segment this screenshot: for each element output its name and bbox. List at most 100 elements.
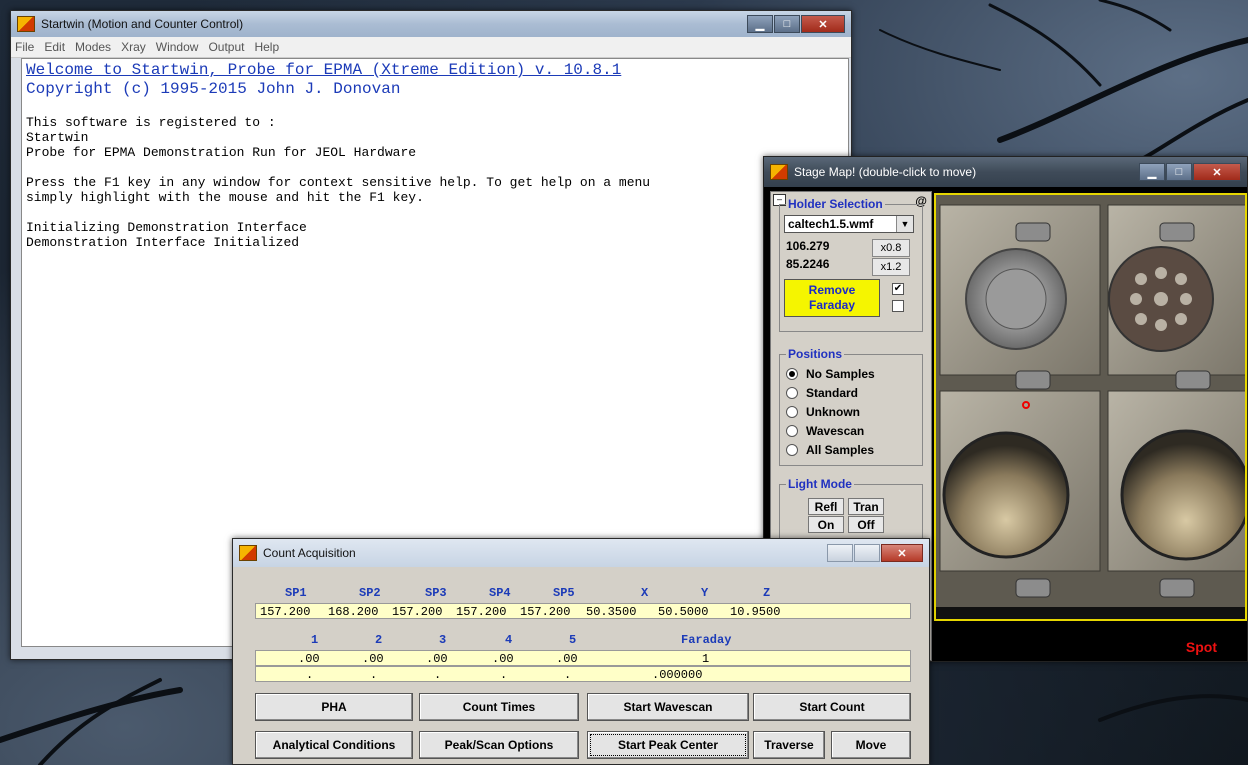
value-sp3: 157.200	[392, 605, 443, 619]
log-line: Initializing Demonstration Interface	[26, 220, 307, 235]
stage-map-app-icon	[770, 164, 788, 180]
header-faraday: Faraday	[681, 633, 732, 647]
radio-no-samples[interactable]: No Samples	[786, 367, 875, 381]
menu-help[interactable]: Help	[254, 40, 279, 54]
header-sp2: SP2	[359, 586, 381, 600]
dot-value-5: .	[564, 668, 572, 682]
radio-label: All Samples	[806, 443, 875, 457]
stage-map-image[interactable]	[934, 193, 1247, 621]
stage-map-title: Stage Map! (double-click to move)	[794, 165, 977, 179]
header-count-4: 4	[505, 633, 513, 647]
move-button[interactable]: Move	[831, 731, 911, 759]
count-value-4: .00	[492, 652, 514, 666]
radio-label: Wavescan	[806, 424, 865, 438]
spectrometer-values-row: 157.200 168.200 157.200 157.200 157.200 …	[255, 603, 911, 619]
menu-window[interactable]: Window	[156, 40, 199, 54]
value-sp4: 157.200	[456, 605, 507, 619]
zoom-in-button[interactable]: x1.2	[872, 258, 910, 276]
close-button[interactable]: ✕	[801, 15, 845, 33]
menu-output[interactable]: Output	[208, 40, 244, 54]
minimize-button[interactable]	[827, 544, 853, 562]
header-sp4: SP4	[489, 586, 511, 600]
refl-button[interactable]: Refl	[808, 498, 844, 515]
header-y: Y	[701, 586, 709, 600]
header-count-3: 3	[439, 633, 447, 647]
count-acquisition-titlebar[interactable]: Count Acquisition ✕	[233, 539, 929, 567]
menu-file[interactable]: File	[15, 40, 34, 54]
menu-edit[interactable]: Edit	[44, 40, 65, 54]
count-acquisition-window: Count Acquisition ✕ SP1 SP2 SP3 SP4 SP5 …	[232, 538, 930, 765]
radio-icon	[786, 425, 798, 437]
pha-button[interactable]: PHA	[255, 693, 413, 721]
holder-select-value: caltech1.5.wmf	[788, 217, 874, 231]
radio-icon	[786, 406, 798, 418]
dot-value-4: .	[500, 668, 508, 682]
menu-modes[interactable]: Modes	[75, 40, 111, 54]
count-value-3: .00	[426, 652, 448, 666]
traverse-button[interactable]: Traverse	[753, 731, 825, 759]
copyright-line: Copyright (c) 1995-2015 John J. Donovan	[26, 80, 401, 98]
coord-x: 106.279	[786, 239, 830, 253]
light-on-button[interactable]: On	[808, 516, 844, 533]
remove-faraday-label-2: Faraday	[808, 298, 856, 312]
radio-label: No Samples	[806, 367, 875, 381]
maximize-button[interactable]: □	[1166, 163, 1192, 181]
remove-faraday-label-1: Remove	[808, 283, 856, 297]
close-button[interactable]: ✕	[1193, 163, 1241, 181]
value-y: 50.5000	[658, 605, 709, 619]
maximize-button[interactable]: □	[774, 15, 800, 33]
startwin-titlebar[interactable]: Startwin (Motion and Counter Control) ▁ …	[11, 11, 851, 37]
value-sp5: 157.200	[520, 605, 571, 619]
count-value-1: .00	[298, 652, 320, 666]
radio-wavescan[interactable]: Wavescan	[786, 424, 864, 438]
count-times-button[interactable]: Count Times	[419, 693, 579, 721]
analytical-conditions-button[interactable]: Analytical Conditions	[255, 731, 413, 759]
value-sp1: 157.200	[260, 605, 311, 619]
start-count-button[interactable]: Start Count	[753, 693, 911, 721]
spot-label: Spot	[1185, 639, 1217, 655]
light-mode-group: Light Mode Refl Tran On Off	[779, 477, 923, 544]
radio-label: Unknown	[806, 405, 860, 419]
header-x: X	[641, 586, 649, 600]
radio-unknown[interactable]: Unknown	[786, 405, 860, 419]
faraday-checkbox-2[interactable]	[892, 300, 904, 312]
count-values-row: .00 .00 .00 .00 .00 1	[255, 650, 911, 666]
log-line: This software is registered to :	[26, 115, 276, 130]
log-line: Press the F1 key in any window for conte…	[26, 175, 651, 190]
radio-icon	[786, 368, 798, 380]
light-off-button[interactable]: Off	[848, 516, 884, 533]
welcome-line: Welcome to Startwin, Probe for EPMA (Xtr…	[26, 61, 622, 79]
dot-value-1: .	[306, 668, 314, 682]
header-sp3: SP3	[425, 586, 447, 600]
tran-button[interactable]: Tran	[848, 498, 884, 515]
radio-icon	[786, 444, 798, 456]
minimize-button[interactable]: ▁	[1139, 163, 1165, 181]
remove-faraday-button[interactable]: Remove Faraday	[784, 279, 880, 317]
radio-all-samples[interactable]: All Samples	[786, 443, 874, 457]
minimize-button[interactable]: ▁	[747, 15, 773, 33]
value-x: 50.3500	[586, 605, 637, 619]
menu-xray[interactable]: Xray	[121, 40, 146, 54]
count-value-2: .00	[362, 652, 384, 666]
radio-label: Standard	[806, 386, 859, 400]
maximize-button[interactable]	[854, 544, 880, 562]
holder-select[interactable]: caltech1.5.wmf ▼	[784, 215, 914, 233]
start-peak-center-button[interactable]: Start Peak Center	[587, 731, 749, 759]
light-mode-label: Light Mode	[786, 477, 854, 491]
holder-selection-group: Holder Selection caltech1.5.wmf ▼ 106.27…	[779, 197, 923, 332]
log-line: Probe for EPMA Demonstration Run for JEO…	[26, 145, 417, 160]
chevron-down-icon[interactable]: ▼	[896, 216, 913, 232]
zoom-out-button[interactable]: x0.8	[872, 239, 910, 257]
startwin-app-icon	[17, 16, 35, 32]
stage-map-titlebar[interactable]: Stage Map! (double-click to move) ▁ □ ✕	[764, 157, 1247, 187]
count-acquisition-title: Count Acquisition	[263, 546, 356, 560]
coord-y: 85.2246	[786, 257, 830, 271]
radio-standard[interactable]: Standard	[786, 386, 858, 400]
value-sp2: 168.200	[328, 605, 379, 619]
close-button[interactable]: ✕	[881, 544, 923, 562]
faraday-dot-value: .000000	[652, 668, 703, 682]
start-wavescan-button[interactable]: Start Wavescan	[587, 693, 749, 721]
faraday-checkbox-1[interactable]: ✔	[892, 283, 904, 295]
peak-scan-options-button[interactable]: Peak/Scan Options	[419, 731, 579, 759]
header-count-2: 2	[375, 633, 383, 647]
